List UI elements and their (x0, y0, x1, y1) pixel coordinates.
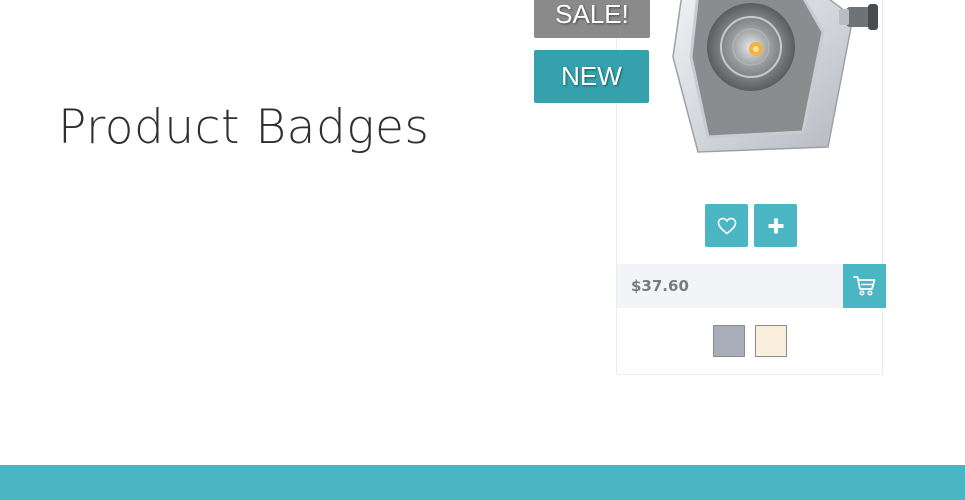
page-title: Product Badges (58, 100, 430, 155)
footer-band (0, 465, 965, 500)
page: Product Badges $37.60 SALE! NEW (0, 0, 965, 500)
add-to-compare-button[interactable] (754, 204, 797, 247)
wishlist-button[interactable] (705, 204, 748, 247)
floodlight-image[interactable] (663, 0, 883, 157)
color-swatch-gray[interactable] (713, 325, 745, 357)
cart-icon (852, 276, 875, 296)
product-price: $37.60 (631, 277, 689, 295)
sale-badge: SALE! (534, 0, 650, 38)
price-bar: $37.60 (617, 264, 843, 308)
plus-icon (768, 218, 783, 233)
product-card: $37.60 (616, 0, 886, 375)
heart-icon (717, 217, 736, 235)
new-badge: NEW (534, 50, 649, 103)
color-swatch-cream[interactable] (755, 325, 787, 357)
add-to-cart-button[interactable] (843, 264, 886, 308)
